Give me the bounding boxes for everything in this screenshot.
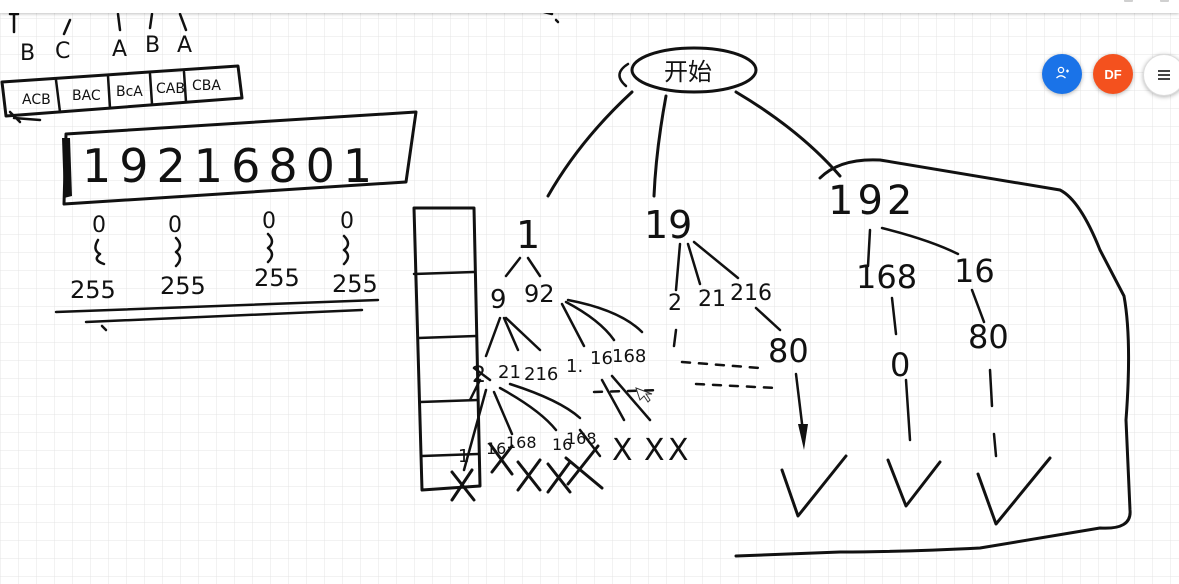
range-from-1: 0 xyxy=(92,213,106,238)
root-label: 开始 xyxy=(664,58,712,86)
perm-5: CBA xyxy=(192,78,221,94)
node-80-right: 80 xyxy=(968,318,1009,356)
node-92: 92 xyxy=(524,280,555,308)
menu-button[interactable] xyxy=(1143,54,1179,96)
range-to-4: 255 xyxy=(332,270,378,298)
node-19-21: 21 xyxy=(698,287,726,312)
range-from-2: 0 xyxy=(168,213,182,238)
perm-3: BcA xyxy=(116,84,143,100)
node-19: 19 xyxy=(644,203,692,247)
node-92-1: 1. xyxy=(566,356,583,377)
node-0: 0 xyxy=(890,346,910,384)
node-1: 1 xyxy=(516,213,540,257)
range-to-2: 255 xyxy=(160,272,206,300)
perm-1: ACB xyxy=(22,92,51,108)
avatar[interactable]: DF xyxy=(1093,54,1133,94)
node-9: 9 xyxy=(490,285,507,315)
node-19-216: 216 xyxy=(730,281,772,306)
letter-3: A xyxy=(112,37,127,62)
whiteboard-canvas[interactable]: B C A B A ACB BAC BcA CAB CBA 19216801 0… xyxy=(0,0,1179,584)
perm-4: CAB xyxy=(156,81,185,97)
node-92-16: 16 xyxy=(590,348,613,369)
range-from-4: 0 xyxy=(340,209,354,234)
node-9-21: 21 xyxy=(498,362,521,383)
ip-string: 19216801 xyxy=(82,139,380,193)
node-168: 168 xyxy=(856,258,917,296)
range-from-3: 0 xyxy=(262,209,276,234)
letter-2: C xyxy=(55,39,70,64)
cross-1: X xyxy=(612,433,633,468)
window-grip-right xyxy=(1160,0,1169,2)
node-16: 16 xyxy=(954,252,995,290)
letter-1: B xyxy=(20,41,35,66)
node-19-2: 2 xyxy=(668,291,682,316)
node-92-168: 168 xyxy=(612,346,646,367)
range-to-3: 255 xyxy=(254,264,300,292)
perm-2: BAC xyxy=(72,88,101,104)
window-top-bar xyxy=(0,0,1179,13)
add-user-button[interactable] xyxy=(1042,54,1082,94)
leaf-1: 1 xyxy=(458,446,469,467)
node-9-216: 216 xyxy=(524,364,558,385)
hamburger-menu-icon xyxy=(1158,74,1170,76)
add-user-icon xyxy=(1054,65,1070,84)
node-80-left: 80 xyxy=(768,332,809,370)
node-9-2: 2 xyxy=(472,363,486,388)
avatar-initials: DF xyxy=(1104,66,1122,82)
letter-4: B xyxy=(145,33,160,58)
letter-5: A xyxy=(177,33,192,58)
range-to-1: 255 xyxy=(70,276,116,304)
cross-2: X xyxy=(644,433,665,468)
node-192: 192 xyxy=(828,178,916,224)
window-grip-left xyxy=(1124,0,1133,2)
whiteboard-drawing[interactable]: B C A B A ACB BAC BcA CAB CBA 19216801 0… xyxy=(0,0,1179,584)
cross-3: X xyxy=(668,433,689,468)
